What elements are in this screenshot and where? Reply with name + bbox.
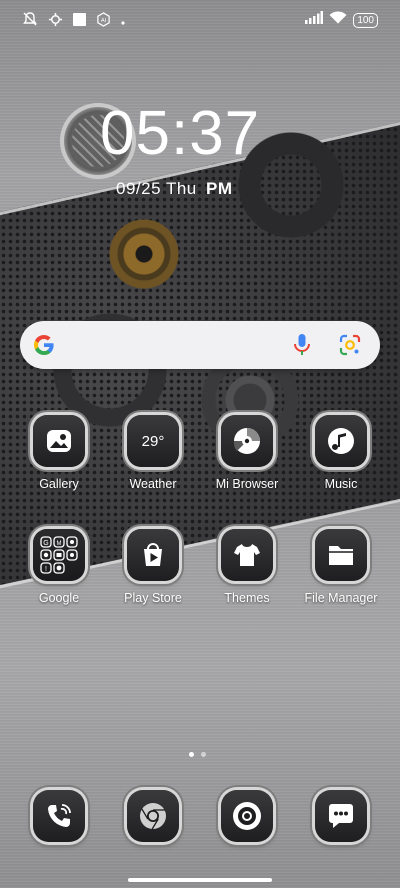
gear-decoration: [108, 218, 180, 290]
ampm-text: PM: [206, 179, 233, 198]
app-label: Gallery: [39, 477, 79, 491]
page-dot-active: [189, 752, 194, 757]
browser-icon: [221, 415, 273, 467]
battery-indicator: 100: [353, 12, 378, 28]
square-notification-icon: [73, 12, 86, 29]
ai-chip-icon: AI: [96, 11, 111, 30]
messages-icon: [315, 790, 367, 842]
app-weather[interactable]: 29° Weather: [107, 415, 199, 491]
clock-date[interactable]: 09/25 Thu PM: [116, 179, 233, 199]
home-gesture-bar[interactable]: [128, 878, 272, 882]
app-label: File Manager: [304, 591, 378, 605]
play-store-icon: [127, 529, 179, 581]
camera-icon: [221, 790, 273, 842]
page-dot: [201, 752, 206, 757]
weather-temperature: 29°: [141, 432, 165, 450]
app-music[interactable]: Music: [295, 415, 387, 491]
google-folder-icon: G M !: [33, 529, 85, 581]
chrome-icon: [127, 790, 179, 842]
app-file-manager[interactable]: File Manager: [295, 529, 387, 605]
dot-indicator-icon: [121, 13, 125, 28]
google-g-icon: [32, 333, 56, 357]
app-label: Music: [324, 477, 358, 491]
app-mi-browser[interactable]: Mi Browser: [201, 415, 293, 491]
date-text: 09/25 Thu: [116, 179, 197, 198]
notifications-off-icon: [22, 11, 38, 30]
clock-time[interactable]: 05:37: [100, 98, 280, 169]
app-label: Themes: [224, 591, 270, 605]
dock-phone[interactable]: [13, 790, 105, 842]
music-icon: [315, 415, 367, 467]
weather-icon: 29°: [127, 415, 179, 467]
themes-icon: [221, 529, 273, 581]
app-gallery[interactable]: Gallery: [13, 415, 105, 491]
app-label: Weather: [129, 477, 177, 491]
signal-icon: [305, 11, 324, 29]
svg-text:AI: AI: [101, 17, 107, 23]
dock-messages[interactable]: [295, 790, 387, 842]
microphone-icon[interactable]: [291, 333, 313, 357]
google-search-bar[interactable]: [20, 321, 380, 369]
app-themes[interactable]: Themes: [201, 529, 293, 605]
wifi-icon: [329, 11, 347, 29]
svg-text:G: G: [43, 540, 48, 547]
app-play-store[interactable]: Play Store: [107, 529, 199, 605]
app-label: Google: [38, 591, 80, 605]
svg-text:M: M: [57, 541, 62, 547]
file-manager-icon: [315, 529, 367, 581]
svg-text:!: !: [45, 566, 47, 573]
gallery-icon: [33, 415, 85, 467]
app-label: Mi Browser: [215, 477, 279, 491]
settings-sync-icon: [48, 12, 63, 30]
status-bar: AI 100: [0, 0, 400, 38]
dock-camera[interactable]: [201, 790, 293, 842]
app-label: Play Store: [124, 591, 182, 605]
app-google-folder[interactable]: G M ! Google: [13, 529, 105, 605]
google-lens-icon[interactable]: [338, 333, 362, 357]
dock-chrome[interactable]: [107, 790, 199, 842]
phone-icon: [33, 790, 85, 842]
page-indicator[interactable]: [189, 752, 206, 757]
